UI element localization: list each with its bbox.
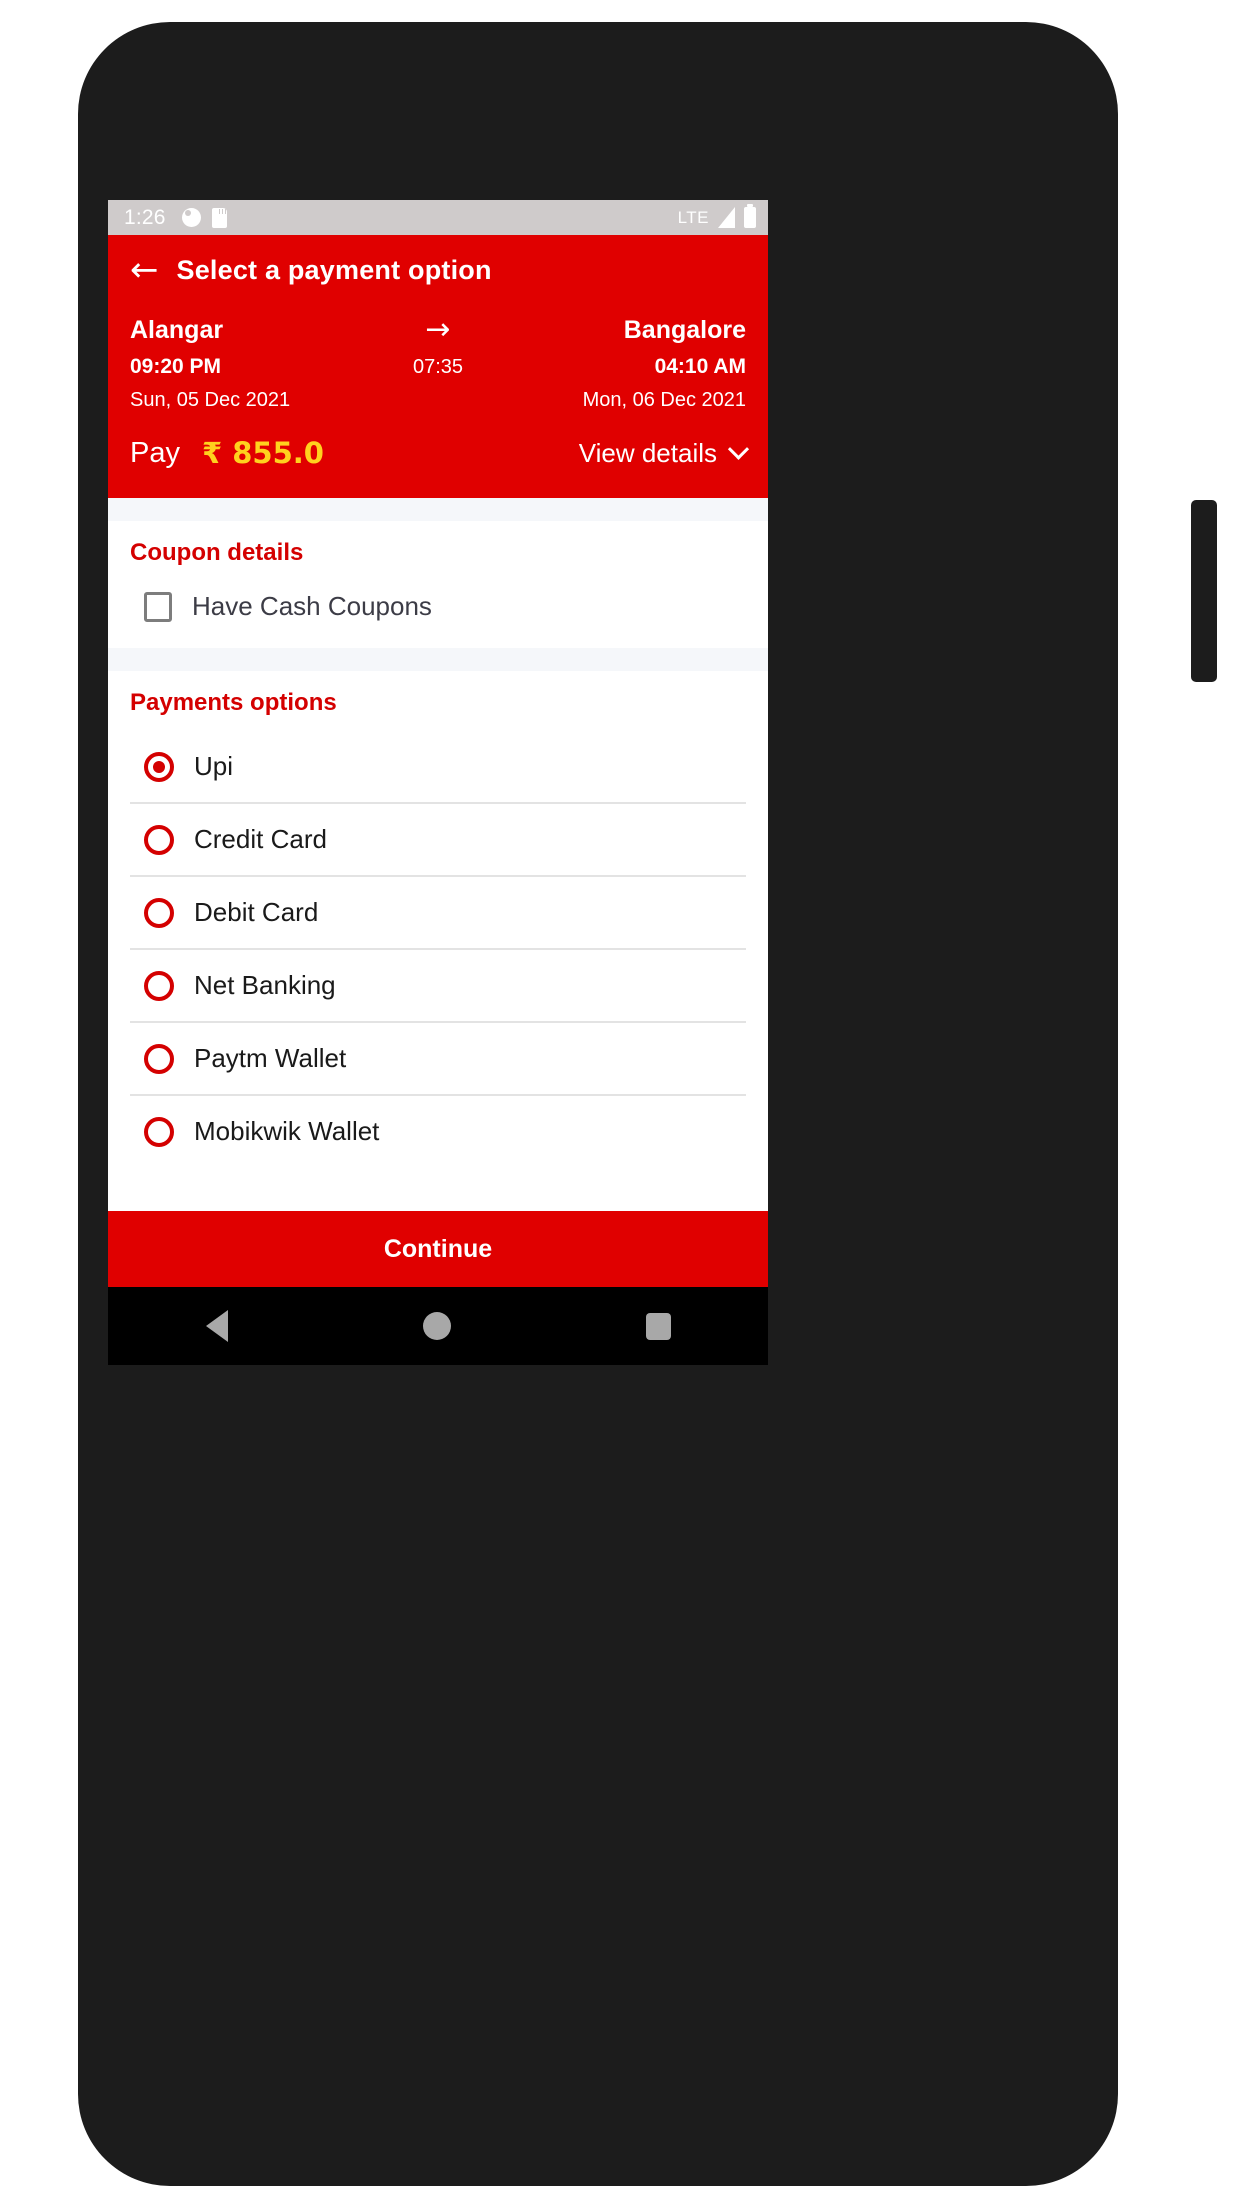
view-details-button[interactable]: View details — [578, 437, 750, 469]
arrival-time: 04:10 AM — [654, 355, 746, 378]
radio-button-icon[interactable] — [144, 970, 174, 1001]
have-cash-coupons-checkbox[interactable] — [144, 591, 172, 622]
destination-city: Bangalore — [623, 315, 746, 344]
nav-recents-icon[interactable] — [645, 1312, 671, 1340]
payments-section: Payments options Upi Credit Card Debit Car… — [108, 671, 768, 1167]
radio-button-icon[interactable] — [144, 897, 174, 928]
battery-icon — [744, 204, 756, 228]
pay-row: Pay ₹ 855.0 View details — [108, 412, 768, 498]
journey-dates-row: Sun, 05 Dec 2021 Mon, 06 Dec 2021 — [130, 389, 746, 412]
continue-button[interactable]: Continue — [108, 1211, 768, 1287]
payment-option-row[interactable]: Paytm Wallet — [130, 1023, 746, 1096]
payment-option-label: Mobikwik Wallet — [194, 1116, 380, 1146]
back-arrow-icon[interactable]: ← — [130, 253, 159, 287]
coupon-section: Coupon details Have Cash Coupons — [108, 521, 768, 648]
android-nav-bar — [108, 1287, 768, 1365]
payment-option-label: Paytm Wallet — [194, 1043, 347, 1073]
have-cash-coupons-label: Have Cash Coupons — [192, 591, 432, 621]
radio-button-icon[interactable] — [144, 1043, 174, 1074]
continue-button-label: Continue — [383, 1234, 493, 1263]
payment-option-row[interactable]: Debit Card — [130, 877, 746, 950]
alarm-icon — [181, 208, 201, 227]
signal-icon — [718, 207, 735, 228]
phone-screen: 1:26 LTE ← Select a payment option Alang… — [108, 200, 768, 1365]
page-title: Select a payment option — [176, 254, 492, 285]
origin-city: Alangar — [130, 315, 224, 344]
power-button[interactable] — [1191, 500, 1217, 682]
app-bar: ← Select a payment option — [108, 235, 768, 293]
payment-options-list: Upi Credit Card Debit Card Net Banking Paytm… — [130, 731, 746, 1167]
payment-option-row[interactable]: Net Banking — [130, 950, 746, 1023]
arrow-right-icon: → — [425, 312, 451, 347]
section-divider-band-middle — [108, 648, 768, 671]
payment-option-label: Net Banking — [194, 970, 336, 1000]
journey-cities-row: Alangar → Bangalore — [130, 315, 746, 345]
status-bar-right-icons: LTE — [677, 204, 756, 228]
view-details-label: View details — [578, 437, 717, 468]
payment-option-row[interactable]: Upi — [130, 731, 746, 804]
departure-time: 09:20 PM — [130, 355, 222, 378]
screenshot-root: 1:26 LTE ← Select a payment option Alang… — [0, 0, 1242, 2208]
payment-option-label: Credit Card — [194, 824, 327, 854]
network-type-label: LTE — [677, 207, 709, 227]
have-cash-coupons-row[interactable]: Have Cash Coupons — [130, 581, 746, 648]
payments-section-title: Payments options — [130, 689, 337, 716]
arrival-date: Mon, 06 Dec 2021 — [582, 389, 746, 411]
status-bar-left-icons — [181, 207, 227, 228]
coupon-section-title: Coupon details — [130, 539, 304, 566]
payment-option-row[interactable]: Mobikwik Wallet — [130, 1096, 746, 1167]
status-bar: 1:26 LTE — [108, 200, 768, 235]
payment-option-row[interactable]: Credit Card — [130, 804, 746, 877]
nav-home-icon[interactable] — [422, 1312, 451, 1340]
chevron-down-icon — [727, 438, 750, 460]
radio-button-icon[interactable] — [144, 751, 174, 782]
journey-summary: Alangar → Bangalore 09:20 PM 07:35 04:10… — [108, 293, 768, 412]
journey-duration: 07:35 — [412, 355, 464, 378]
payment-option-label: Debit Card — [194, 897, 319, 927]
pay-amount: ₹ 855.0 — [201, 436, 324, 470]
radio-button-icon[interactable] — [144, 1116, 174, 1147]
sd-card-icon — [211, 207, 227, 228]
journey-times-row: 09:20 PM 07:35 04:10 AM — [130, 355, 746, 379]
nav-back-icon[interactable] — [205, 1310, 228, 1342]
status-bar-time: 1:26 — [124, 205, 166, 229]
radio-button-icon[interactable] — [144, 824, 174, 855]
departure-date: Sun, 05 Dec 2021 — [130, 389, 291, 411]
pay-label: Pay — [130, 436, 180, 469]
payment-option-label: Upi — [194, 751, 234, 781]
section-divider-band-top — [108, 498, 768, 521]
